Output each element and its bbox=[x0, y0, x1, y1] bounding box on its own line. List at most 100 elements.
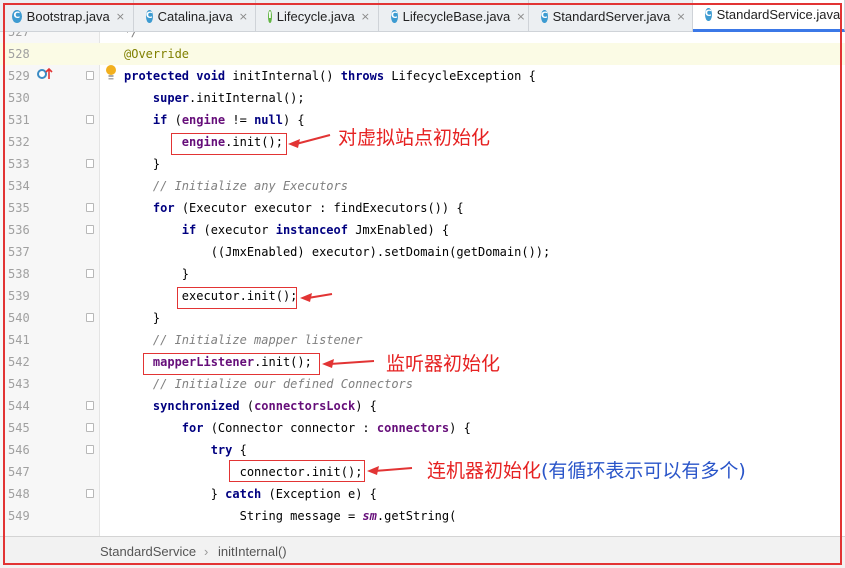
code-text: // Initialize mapper listener bbox=[152, 333, 363, 347]
highlight-box bbox=[143, 353, 320, 375]
code-text: try { bbox=[210, 443, 247, 457]
annotation-text: 监听器初始化 bbox=[386, 353, 501, 375]
tab-lifecyclebase[interactable]: C LifecycleBase.java × bbox=[379, 0, 529, 32]
close-tab-icon[interactable]: × bbox=[239, 10, 248, 23]
code-line[interactable]: 541 // Initialize mapper listener bbox=[0, 329, 845, 351]
code-line[interactable]: 528 @Override bbox=[0, 43, 845, 65]
line-number: 529 bbox=[8, 69, 30, 83]
code-line[interactable]: 549 String message = sm.getString( bbox=[0, 505, 845, 527]
code-text: ((JmxEnabled) executor).setDomain(getDom… bbox=[124, 245, 551, 259]
close-tab-icon[interactable]: × bbox=[116, 10, 125, 23]
code-text: String message = sm.getString( bbox=[124, 509, 457, 523]
code-line[interactable]: 540 } bbox=[0, 307, 845, 329]
class-icon: C bbox=[391, 9, 398, 23]
tab-standardservice[interactable]: C StandardService.java bbox=[693, 0, 845, 32]
code-text: } bbox=[124, 267, 190, 281]
fold-marker-icon[interactable] bbox=[86, 423, 94, 432]
line-number: 530 bbox=[8, 91, 30, 105]
code-line[interactable]: 533 } bbox=[0, 153, 845, 175]
code-text: } bbox=[124, 157, 161, 171]
close-tab-icon[interactable]: × bbox=[676, 10, 685, 23]
code-line[interactable]: 544 synchronized (connectorsLock) { bbox=[0, 395, 845, 417]
close-tab-icon[interactable]: × bbox=[361, 10, 370, 23]
line-number: 536 bbox=[8, 223, 30, 237]
line-number: 535 bbox=[8, 201, 30, 215]
breadcrumb-separator: › bbox=[204, 544, 209, 559]
code-line[interactable]: 536 if (executor instanceof JmxEnabled) … bbox=[0, 219, 845, 241]
quick-fix-bulb-icon[interactable] bbox=[105, 64, 117, 82]
annotation-text: 对虚拟站点初始化 bbox=[338, 127, 491, 149]
line-number: 527 bbox=[8, 32, 30, 39]
fold-marker-icon[interactable] bbox=[86, 71, 94, 80]
code-line[interactable]: 545 for (Connector connector : connector… bbox=[0, 417, 845, 439]
class-icon: C bbox=[705, 8, 712, 21]
code-text: for (Executor executor : findExecutors()… bbox=[152, 201, 464, 215]
code-text: // Initialize any Executors bbox=[152, 179, 348, 193]
breadcrumb: StandardService › initInternal() bbox=[0, 536, 845, 568]
fold-marker-icon[interactable] bbox=[86, 489, 94, 498]
highlight-box bbox=[177, 287, 297, 309]
line-number: 528 bbox=[8, 47, 30, 61]
line-number: 531 bbox=[8, 113, 30, 127]
editor-tab-bar: C Bootstrap.java × C Catalina.java × I Lifecycl… bbox=[0, 0, 845, 32]
code-line[interactable]: 529 protected void initInternal() throws … bbox=[0, 65, 845, 87]
annotation-text: (有循环表示可以有多个) bbox=[541, 460, 746, 482]
fold-marker-icon[interactable] bbox=[86, 313, 94, 322]
fold-marker-icon[interactable] bbox=[86, 203, 94, 212]
close-tab-icon[interactable]: × bbox=[516, 10, 525, 23]
tab-label: Catalina.java bbox=[157, 8, 233, 24]
override-method-icon[interactable] bbox=[37, 67, 53, 81]
code-line[interactable]: 534 // Initialize any Executors bbox=[0, 175, 845, 197]
tab-bootstrap[interactable]: C Bootstrap.java × bbox=[0, 0, 134, 32]
line-number: 546 bbox=[8, 443, 30, 457]
fold-marker-icon[interactable] bbox=[86, 445, 94, 454]
line-number: 540 bbox=[8, 311, 30, 325]
code-line[interactable]: 527 */ bbox=[0, 32, 845, 43]
code-text: for (Connector connector : connectors) { bbox=[181, 421, 471, 435]
class-icon: C bbox=[541, 9, 548, 23]
line-number: 542 bbox=[8, 355, 30, 369]
code-text: */ bbox=[124, 32, 139, 39]
line-number: 537 bbox=[8, 245, 30, 259]
code-line[interactable]: 539 executor.init(); bbox=[0, 285, 845, 307]
code-text: if (executor instanceof JmxEnabled) { bbox=[181, 223, 450, 237]
line-number: 539 bbox=[8, 289, 30, 303]
code-line[interactable]: 537 ((JmxEnabled) executor).setDomain(ge… bbox=[0, 241, 845, 263]
annotation-text: 连机器初始化 bbox=[427, 460, 542, 482]
fold-marker-icon[interactable] bbox=[86, 159, 94, 168]
class-icon: C bbox=[12, 9, 22, 23]
code-line[interactable]: 538 } bbox=[0, 263, 845, 285]
fold-marker-icon[interactable] bbox=[86, 401, 94, 410]
line-number: 532 bbox=[8, 135, 30, 149]
tab-label: LifecycleBase.java bbox=[402, 8, 511, 24]
code-text: // Initialize our defined Connectors bbox=[152, 377, 413, 391]
code-text: @Override bbox=[124, 47, 190, 61]
class-icon: C bbox=[146, 9, 153, 23]
code-line[interactable]: 535 for (Executor executor : findExecuto… bbox=[0, 197, 845, 219]
fold-marker-icon[interactable] bbox=[86, 115, 94, 124]
code-editor[interactable]: 527 */ 528 @Override 529 protected void initI… bbox=[0, 32, 845, 536]
tab-catalina[interactable]: C Catalina.java × bbox=[134, 0, 256, 32]
tab-lifecycle[interactable]: I Lifecycle.java × bbox=[256, 0, 379, 32]
breadcrumb-method[interactable]: initInternal() bbox=[218, 537, 287, 567]
line-number: 548 bbox=[8, 487, 30, 501]
tab-standardserver[interactable]: C StandardServer.java × bbox=[529, 0, 693, 32]
highlight-box bbox=[171, 133, 287, 155]
code-text: synchronized (connectorsLock) { bbox=[152, 399, 377, 413]
code-line[interactable]: 548 } catch (Exception e) { bbox=[0, 483, 845, 505]
tab-label: Lifecycle.java bbox=[276, 8, 355, 24]
annotation-engine-init: 对虚拟站点初始化 bbox=[338, 123, 490, 150]
fold-marker-icon[interactable] bbox=[86, 269, 94, 278]
tab-label: StandardServer.java bbox=[552, 8, 671, 24]
code-line[interactable]: 543 // Initialize our defined Connectors bbox=[0, 373, 845, 395]
annotation-mapper-init: 监听器初始化 bbox=[386, 349, 500, 376]
code-text: if (engine != null) { bbox=[152, 113, 305, 127]
tab-label: Bootstrap.java bbox=[26, 8, 110, 24]
breadcrumb-class[interactable]: StandardService bbox=[100, 537, 196, 567]
code-text: } catch (Exception e) { bbox=[124, 487, 377, 501]
line-number: 547 bbox=[8, 465, 30, 479]
line-number: 544 bbox=[8, 399, 30, 413]
fold-marker-icon[interactable] bbox=[86, 225, 94, 234]
code-text: } bbox=[124, 311, 161, 325]
code-line[interactable]: 530 super.initInternal(); bbox=[0, 87, 845, 109]
